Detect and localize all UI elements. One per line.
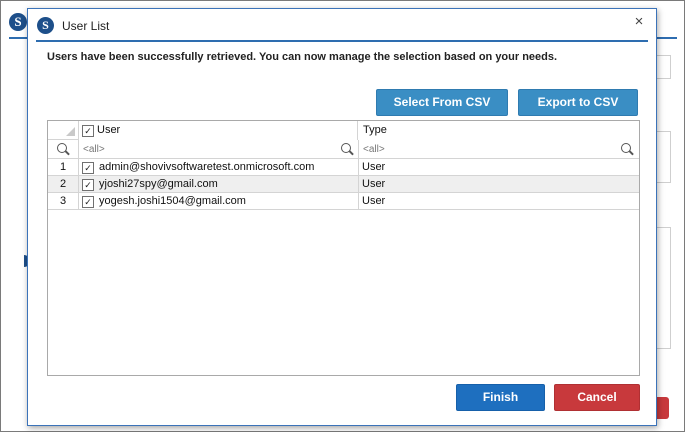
status-message: Users have been successfully retrieved. … [47, 51, 558, 63]
type-cell: User [359, 193, 639, 210]
user-cell: admin@shovivsoftwaretest.onmicrosoft.com [97, 159, 359, 176]
divider [9, 37, 29, 39]
dialog-titlebar: S User List × [28, 9, 656, 43]
close-icon[interactable]: × [628, 11, 650, 33]
dialog-title: User List [62, 19, 110, 33]
row-checkbox[interactable]: ✓ [82, 179, 94, 191]
column-header-user-label: User [97, 124, 121, 136]
type-cell: User [359, 159, 639, 176]
divider [657, 37, 677, 39]
row-checkbox-cell: ✓ [79, 159, 97, 176]
table-row[interactable]: 1 ✓ admin@shovivsoftwaretest.onmicrosoft… [48, 159, 639, 176]
header-checkbox-cell: ✓ [79, 121, 97, 140]
filter-row-corner [48, 140, 79, 159]
sort-corner-icon [66, 127, 75, 136]
row-checkbox-cell: ✓ [79, 193, 97, 210]
row-number: 2 [48, 176, 79, 193]
app-logo-icon: S [37, 17, 54, 34]
search-icon[interactable] [341, 143, 351, 153]
title-divider [36, 40, 648, 42]
filter-row: <all> <all> [48, 140, 639, 159]
column-header-user[interactable]: User [97, 121, 358, 140]
finish-button[interactable]: Finish [456, 384, 545, 411]
filter-placeholder: <all> [83, 144, 105, 155]
select-from-csv-button[interactable]: Select From CSV [376, 89, 508, 116]
column-header-type-label: Type [363, 124, 387, 136]
row-checkbox[interactable]: ✓ [82, 162, 94, 174]
row-number: 3 [48, 193, 79, 210]
user-list-dialog: S User List × Users have been successful… [27, 8, 657, 426]
table-row[interactable]: 3 ✓ yogesh.joshi1504@gmail.com User [48, 193, 639, 210]
app-logo-icon: S [9, 13, 27, 31]
user-grid: ✓ User Type <all> <all> 1 ✓ admin@shoviv… [47, 120, 640, 376]
user-cell: yjoshi27spy@gmail.com [97, 176, 359, 193]
filter-placeholder: <all> [363, 144, 385, 155]
export-to-csv-button[interactable]: Export to CSV [518, 89, 638, 116]
type-filter-input[interactable]: <all> [359, 140, 639, 159]
search-icon [57, 143, 67, 153]
row-number: 1 [48, 159, 79, 176]
search-icon[interactable] [621, 143, 631, 153]
user-cell: yogesh.joshi1504@gmail.com [97, 193, 359, 210]
row-checkbox[interactable]: ✓ [82, 196, 94, 208]
select-all-checkbox[interactable]: ✓ [82, 125, 94, 137]
grid-corner[interactable] [48, 121, 79, 140]
cancel-button[interactable]: Cancel [554, 384, 640, 411]
grid-header: ✓ User Type [48, 121, 639, 140]
column-header-type[interactable]: Type [359, 121, 639, 140]
user-filter-input[interactable]: <all> [79, 140, 359, 159]
row-checkbox-cell: ✓ [79, 176, 97, 193]
table-row[interactable]: 2 ✓ yjoshi27spy@gmail.com User [48, 176, 639, 193]
type-cell: User [359, 176, 639, 193]
